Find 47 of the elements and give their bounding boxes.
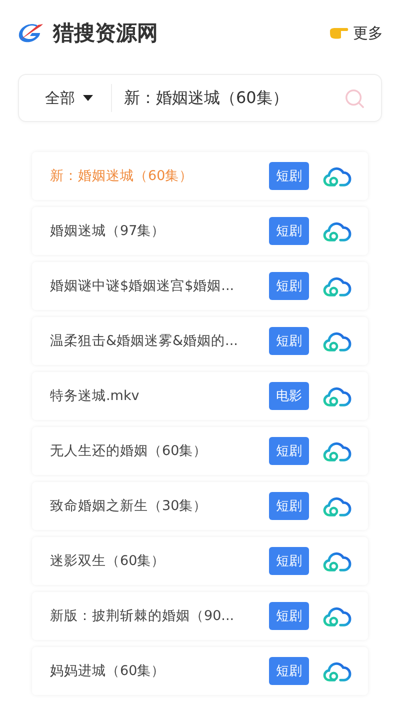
result-title: 无人生还的婚姻（60集） <box>50 442 208 460</box>
result-title: 婚姻谜中谜$婚姻迷宫$婚姻... <box>50 277 236 295</box>
cloud-icon[interactable] <box>323 164 352 188</box>
result-title: 婚姻迷城（97集） <box>50 222 166 240</box>
pointing-hand-icon <box>329 26 349 40</box>
result-title: 温柔狙击&婚姻迷雾&婚姻的... <box>50 332 239 350</box>
search-field[interactable]: 全部 新：婚姻迷城（60集） <box>18 74 382 122</box>
category-tag: 短剧 <box>269 547 309 575</box>
cloud-icon[interactable] <box>323 550 352 572</box>
cloud-icon[interactable] <box>323 494 352 518</box>
result-card[interactable]: 迷影双生（60集） 短剧 <box>32 537 368 585</box>
result-card[interactable]: 新版：披荆斩棘的婚姻（90... 短剧 <box>32 592 368 640</box>
category-tag: 短剧 <box>269 162 309 190</box>
category-tag: 短剧 <box>269 492 309 520</box>
result-card[interactable]: 妈妈进城（60集） 短剧 <box>32 647 368 695</box>
more-link[interactable]: 更多 <box>353 24 383 42</box>
site-title: 猎搜资源网 <box>53 20 158 47</box>
result-card[interactable]: 温柔狙击&婚姻迷雾&婚姻的... 短剧 <box>32 317 368 365</box>
result-title: 妈妈进城（60集） <box>50 662 166 680</box>
category-tag: 短剧 <box>269 602 309 630</box>
result-card[interactable]: 特务迷城.mkv 电影 <box>32 372 368 420</box>
result-card[interactable]: 新：婚姻迷城（60集） 短剧 <box>32 152 368 200</box>
category-tag: 短剧 <box>269 272 309 300</box>
result-card[interactable]: 婚姻谜中谜$婚姻迷宫$婚姻... 短剧 <box>32 262 368 310</box>
logo-icon <box>17 21 45 45</box>
caret-icon <box>83 95 93 101</box>
cloud-icon[interactable] <box>323 660 352 682</box>
category-tag: 短剧 <box>269 437 309 465</box>
cloud-icon[interactable] <box>323 274 352 298</box>
result-title: 致命婚姻之新生（30集） <box>50 497 208 515</box>
cloud-icon[interactable] <box>323 220 352 242</box>
category-tag: 短剧 <box>269 217 309 245</box>
result-title: 新：婚姻迷城（60集） <box>50 167 194 185</box>
result-title: 迷影双生（60集） <box>50 552 166 570</box>
result-card[interactable]: 婚姻迷城（97集） 短剧 <box>32 207 368 255</box>
cloud-icon[interactable] <box>323 330 352 352</box>
result-card[interactable]: 无人生还的婚姻（60集） 短剧 <box>32 427 368 475</box>
category-tag: 电影 <box>269 382 309 410</box>
result-title: 特务迷城.mkv <box>50 387 140 405</box>
cloud-icon[interactable] <box>323 440 352 462</box>
category-dropdown[interactable]: 全部 <box>19 88 111 108</box>
result-card[interactable]: 致命婚姻之新生（30集） 短剧 <box>32 482 368 530</box>
category-tag: 短剧 <box>269 657 309 685</box>
category-tag: 短剧 <box>269 327 309 355</box>
cloud-icon[interactable] <box>323 384 352 408</box>
cloud-icon[interactable] <box>323 604 352 628</box>
result-title: 新版：披荆斩棘的婚姻（90... <box>50 607 236 625</box>
